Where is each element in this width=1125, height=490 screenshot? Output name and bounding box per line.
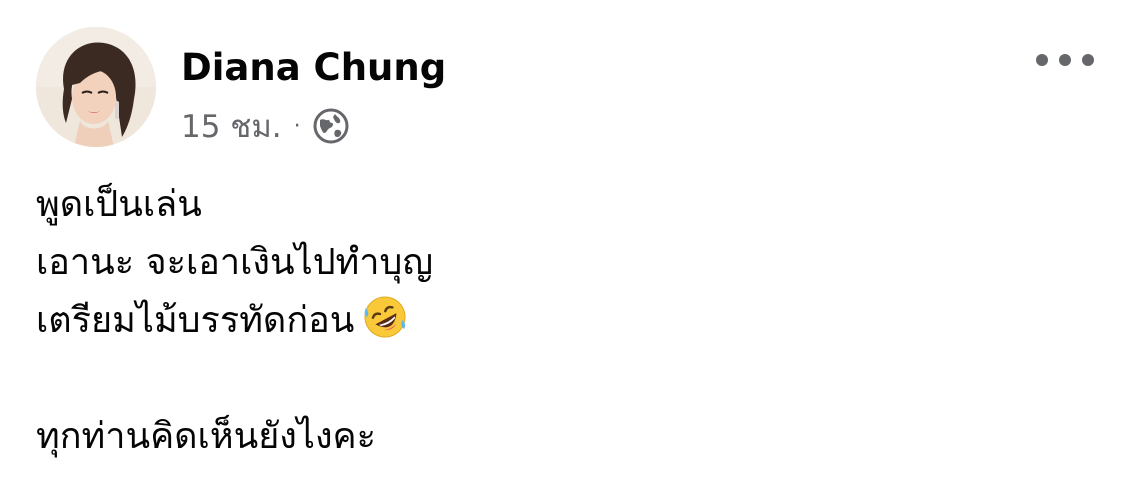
more-options-button[interactable] — [1036, 44, 1094, 76]
post-body-line: พูดเป็นเล่น — [36, 184, 202, 225]
author-name[interactable]: Diana Chung — [181, 44, 446, 92]
avatar[interactable] — [36, 27, 156, 147]
globe-icon[interactable] — [313, 108, 349, 144]
post-body-line: เอานะ จะเอาเงินไปทำบุญ — [36, 242, 434, 283]
meta-separator: · — [293, 113, 301, 139]
avatar-image — [36, 27, 156, 147]
post-body-line-with-emoji: เตรียมไม้บรรทัดก่อน — [36, 292, 1096, 350]
post-card: Diana Chung 15 ชม. · พูดเป็นเล่น เอานะ จ… — [0, 0, 1125, 490]
rolling-on-floor-laughing-emoji — [364, 296, 406, 338]
post-body-line: ทุกท่านคิดเห็นยังไงคะ — [36, 416, 376, 457]
more-options-dot — [1036, 54, 1048, 66]
post-meta: 15 ชม. · — [181, 104, 349, 148]
post-body: พูดเป็นเล่น เอานะ จะเอาเงินไปทำบุญ เตรีย… — [36, 176, 1096, 466]
more-options-dot — [1082, 54, 1094, 66]
more-options-dot — [1059, 54, 1071, 66]
post-body-line: เตรียมไม้บรรทัดก่อน — [36, 300, 355, 341]
post-timestamp[interactable]: 15 ชม. — [181, 101, 282, 151]
